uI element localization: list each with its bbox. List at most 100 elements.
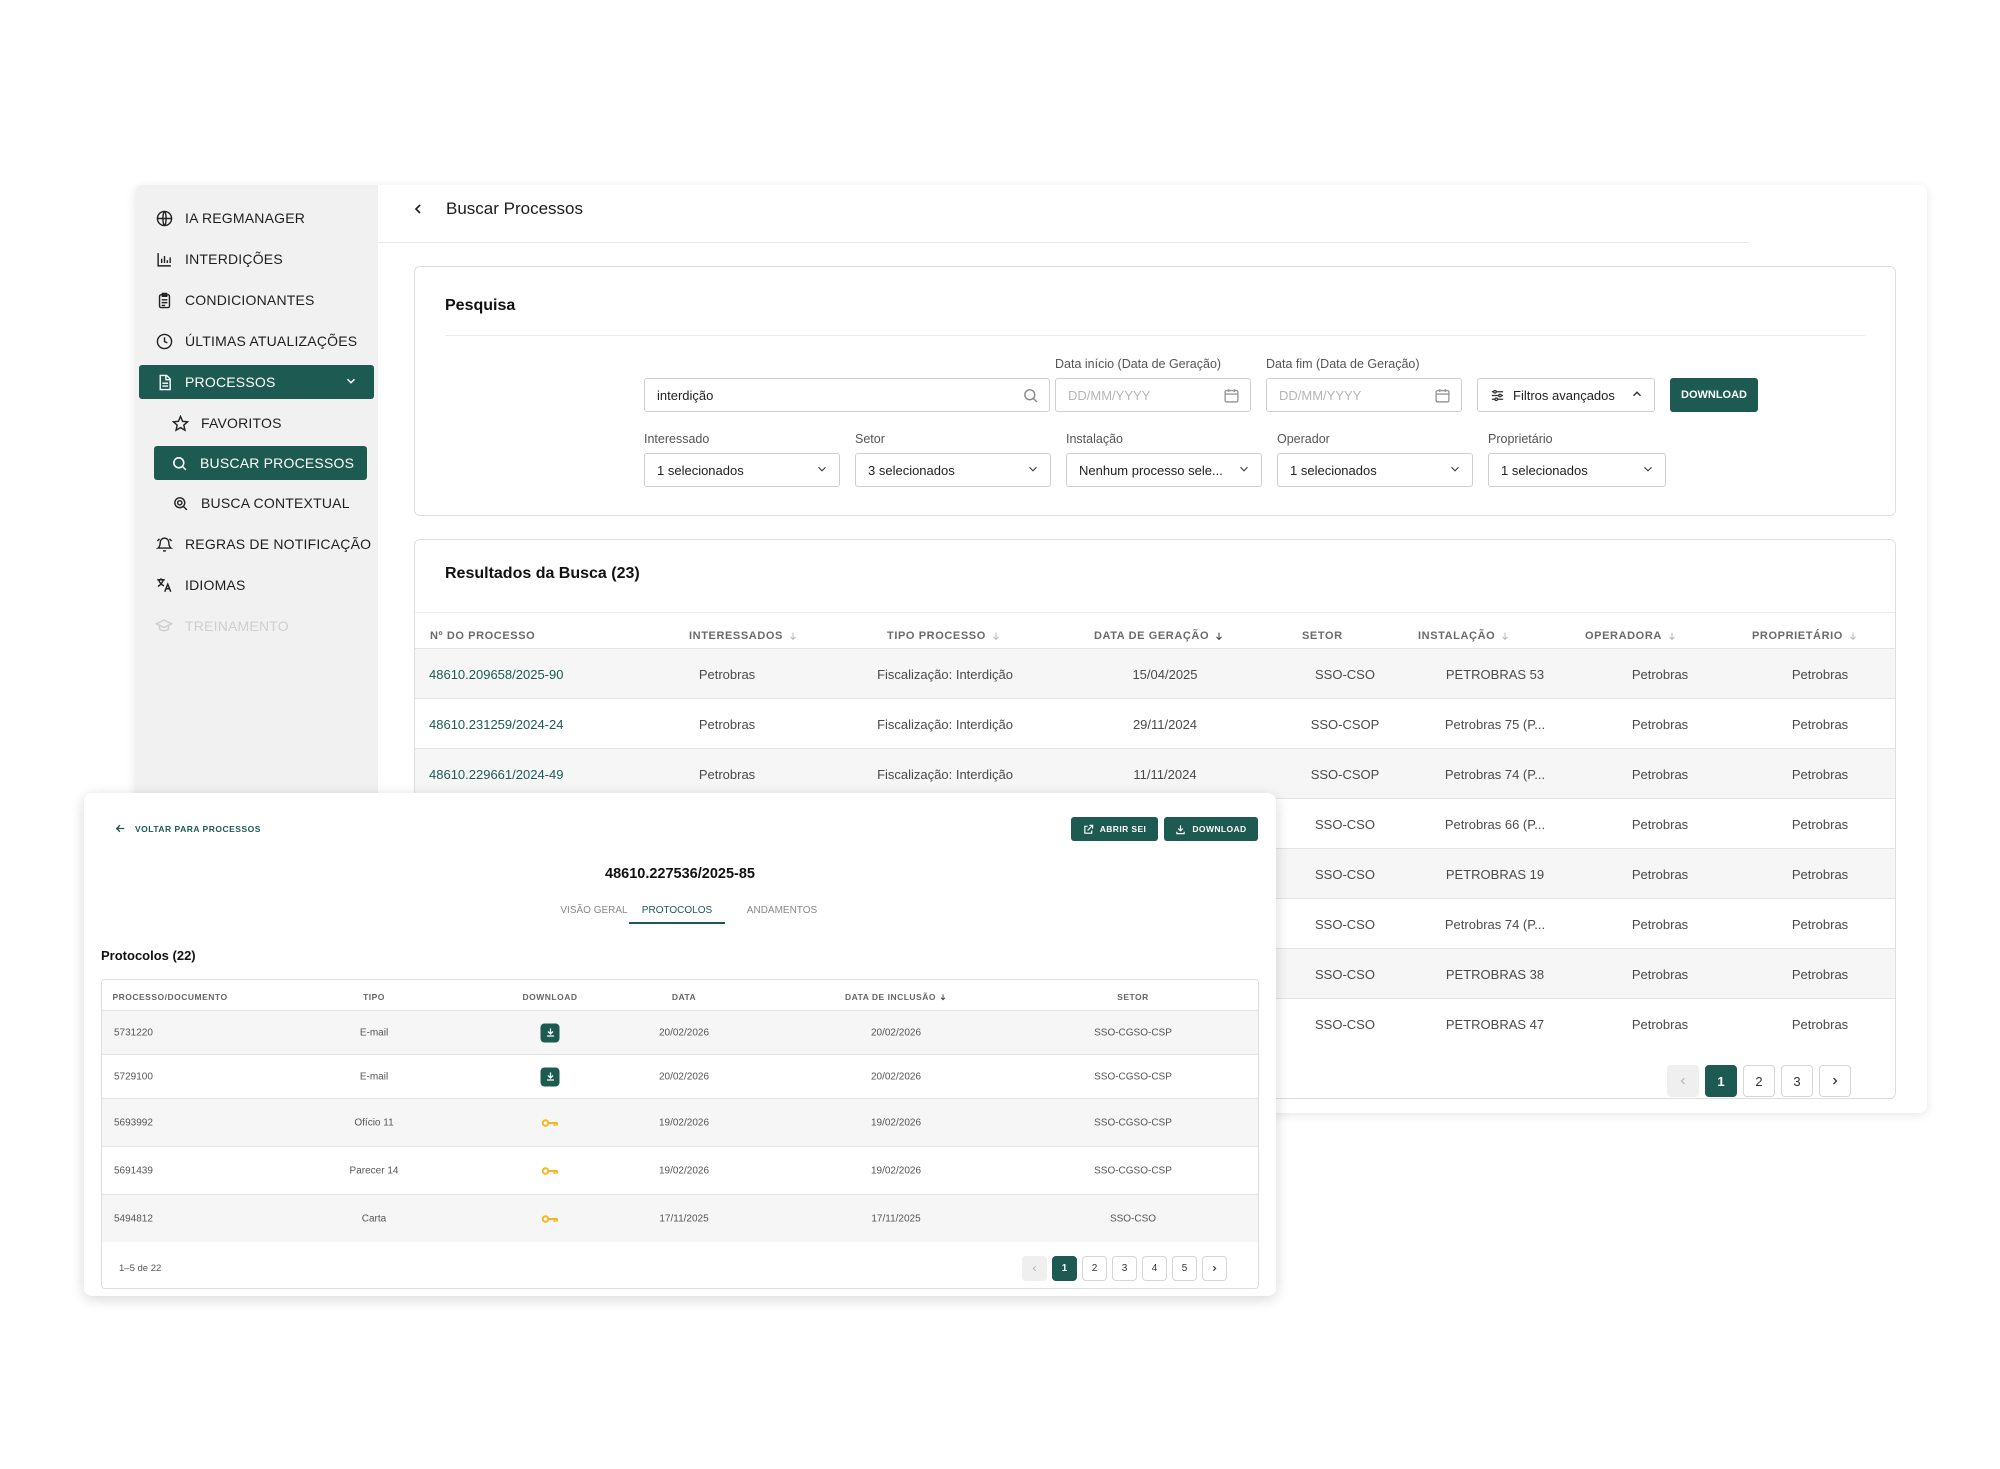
table-row[interactable]: 5731220 E-mail 20/02/2026 20/02/2026 SSO-CGS… — [102, 1010, 1258, 1054]
filter-instalacao-select[interactable]: Nenhum processo sele... — [1066, 453, 1262, 487]
sort-arrow-icon — [991, 631, 1001, 641]
sort-arrow-icon — [939, 993, 947, 1001]
cell-tipo: Carta — [361, 1213, 387, 1224]
search-card-title: Pesquisa — [445, 297, 516, 314]
chevron-down-icon — [344, 374, 358, 388]
sidebar-item-label: TREINAMENTO — [185, 618, 289, 634]
cell-data-geracao: 15/04/2025 — [1132, 666, 1198, 682]
download-icon[interactable] — [540, 1023, 560, 1042]
pagination-page-2[interactable]: 2 — [1082, 1256, 1107, 1281]
column-header-setor[interactable]: SETOR — [1302, 630, 1343, 642]
cell-download[interactable] — [540, 1023, 560, 1042]
calendar-icon[interactable] — [1223, 387, 1240, 404]
filter-interessado-select[interactable]: 1 selecionados — [644, 453, 840, 487]
cell-doc[interactable]: 5693992 — [114, 1117, 153, 1128]
pagination-page-1[interactable]: 1 — [1705, 1065, 1737, 1097]
open-sei-button[interactable]: ABRIR SEI — [1071, 817, 1158, 841]
cell-processo-number[interactable]: 48610.231259/2024-24 — [429, 699, 619, 749]
download-button[interactable]: DOWNLOAD — [1670, 378, 1758, 412]
advanced-filters-button[interactable]: Filtros avançados — [1477, 378, 1655, 412]
cell-setor: SSO-CGSO-CSP — [1094, 1117, 1172, 1128]
zoom-search-icon — [171, 494, 189, 512]
column-header-setor[interactable]: SETOR — [1117, 992, 1149, 1002]
divider — [445, 335, 1865, 336]
column-header-data-de-inclusao[interactable]: DATA DE INCLUSÃO — [845, 992, 947, 1002]
column-header-data[interactable]: DATA — [672, 992, 696, 1002]
column-header-instalacao[interactable]: INSTALAÇÃO — [1418, 630, 1510, 642]
tab-andamentos[interactable]: ANDAMENTOS — [732, 905, 832, 916]
search-icon[interactable] — [1022, 387, 1039, 404]
chevron-left-icon[interactable] — [410, 201, 426, 217]
pagination-next-button[interactable] — [1202, 1256, 1227, 1281]
table-row[interactable]: 5691439 Parecer 14 19/02/2026 19/02/2026 SSO… — [102, 1146, 1258, 1194]
cell-download[interactable] — [541, 1118, 559, 1128]
calendar-icon[interactable] — [1434, 387, 1451, 404]
cell-processo-number[interactable]: 48610.209658/2025-90 — [429, 649, 619, 699]
pagination-page-3[interactable]: 3 — [1112, 1256, 1137, 1281]
sidebar-item-regras-de-notificacao[interactable]: REGRAS DE NOTIFICAÇÃO — [139, 527, 374, 561]
table-row[interactable]: 48610.229661/2024-49 Petrobras Fiscalizaçã… — [415, 748, 1895, 798]
cell-proprietario: Petrobras — [1791, 916, 1849, 932]
cell-data: 20/02/2026 — [658, 1027, 710, 1038]
filter-operador-select[interactable]: 1 selecionados — [1277, 453, 1473, 487]
cell-instalacao: Petrobras 74 (P... — [1444, 766, 1546, 782]
sidebar-item-interdicoes[interactable]: INTERDIÇÕES — [139, 242, 374, 276]
column-header-operadora[interactable]: OPERADORA — [1585, 630, 1677, 642]
cell-doc[interactable]: 5731220 — [114, 1027, 153, 1038]
cell-download[interactable] — [540, 1067, 560, 1086]
sidebar-item-idiomas[interactable]: IDIOMAS — [139, 568, 374, 602]
pagination-next-button[interactable] — [1819, 1065, 1851, 1097]
cell-setor: SSO-CGSO-CSP — [1094, 1165, 1172, 1176]
sidebar-item-favoritos[interactable]: FAVORITOS — [139, 406, 374, 440]
sidebar-item-ia-regmanager[interactable]: IA REGMANAGER — [139, 201, 374, 235]
cell-tipo: Parecer 14 — [349, 1165, 399, 1176]
tab-protocolos[interactable]: PROTOCOLOS — [629, 905, 725, 924]
detail-download-button[interactable]: DOWNLOAD — [1164, 817, 1258, 841]
sidebar-item-busca-contextual[interactable]: BUSCA CONTEXTUAL — [139, 486, 374, 520]
table-row[interactable]: 5693992 Ofício 11 19/02/2026 19/02/2026 SSO-… — [102, 1098, 1258, 1146]
table-row[interactable]: 5494812 Carta 17/11/2025 17/11/2025 SSO-CSO — [102, 1194, 1258, 1242]
pagination-page-5[interactable]: 5 — [1172, 1256, 1197, 1281]
cell-setor: SSO-CSO — [1315, 916, 1375, 932]
sidebar-item-treinamento: TREINAMENTO — [139, 609, 374, 643]
protocols-title: Protocolos (22) — [101, 948, 196, 963]
download-icon[interactable] — [540, 1067, 560, 1086]
cell-doc[interactable]: 5691439 — [114, 1165, 153, 1176]
date-start-field[interactable]: DD/MM/YYYY — [1055, 378, 1251, 412]
cell-operadora: Petrobras — [1631, 716, 1689, 732]
table-row[interactable]: 48610.231259/2024-24 Petrobras Fiscalizaçã… — [415, 698, 1895, 748]
filter-proprietario-select[interactable]: 1 selecionados — [1488, 453, 1666, 487]
search-input[interactable]: interdição — [644, 378, 1050, 412]
cell-download[interactable] — [541, 1166, 559, 1176]
cell-doc[interactable]: 5494812 — [114, 1213, 153, 1224]
cell-doc[interactable]: 5729100 — [114, 1071, 153, 1082]
column-header-tipo-processo[interactable]: TIPO PROCESSO — [887, 630, 1001, 642]
sidebar-item-processos[interactable]: PROCESSOS — [139, 365, 374, 399]
cell-operadora: Petrobras — [1631, 1016, 1689, 1032]
table-row[interactable]: 48610.209658/2025-90 Petrobras Fiscalizaçã… — [415, 648, 1895, 698]
key-icon — [541, 1118, 559, 1128]
pagination-page-3[interactable]: 3 — [1781, 1065, 1813, 1097]
back-to-processes-link[interactable]: VOLTAR PARA PROCESSOS — [114, 822, 261, 835]
column-header-data-de-geracao[interactable]: DATA DE GERAÇÃO — [1094, 630, 1224, 642]
filter-setor-select[interactable]: 3 selecionados — [855, 453, 1051, 487]
cell-proprietario: Petrobras — [1791, 1016, 1849, 1032]
pagination-page-4[interactable]: 4 — [1142, 1256, 1167, 1281]
column-header-interessados[interactable]: INTERESSADOS — [689, 630, 798, 642]
cell-download[interactable] — [541, 1214, 559, 1224]
column-header-proprietario[interactable]: PROPRIETÁRIO — [1752, 630, 1858, 642]
sidebar-item-ultimas-atualizacoes[interactable]: ÚLTIMAS ATUALIZAÇÕES — [139, 324, 374, 358]
pagination-page-2[interactable]: 2 — [1743, 1065, 1775, 1097]
sidebar-item-label: CONDICIONANTES — [185, 292, 315, 308]
cell-processo-number[interactable]: 48610.229661/2024-49 — [429, 749, 619, 799]
date-end-field[interactable]: DD/MM/YYYY — [1266, 378, 1462, 412]
sidebar-item-condicionantes[interactable]: CONDICIONANTES — [139, 283, 374, 317]
column-header-tipo[interactable]: TIPO — [363, 992, 385, 1002]
sidebar-item-buscar-processos[interactable]: BUSCAR PROCESSOS — [154, 446, 367, 480]
sidebar-item-label: IA REGMANAGER — [185, 210, 306, 226]
column-header-processo[interactable]: Nº DO PROCESSO — [430, 630, 535, 642]
pagination-page-1[interactable]: 1 — [1052, 1256, 1077, 1281]
table-row[interactable]: 5729100 E-mail 20/02/2026 20/02/2026 SSO-CGS… — [102, 1054, 1258, 1098]
column-header-processo-documento[interactable]: PROCESSO/DOCUMENTO — [112, 992, 227, 1002]
column-header-download[interactable]: DOWNLOAD — [523, 992, 578, 1002]
